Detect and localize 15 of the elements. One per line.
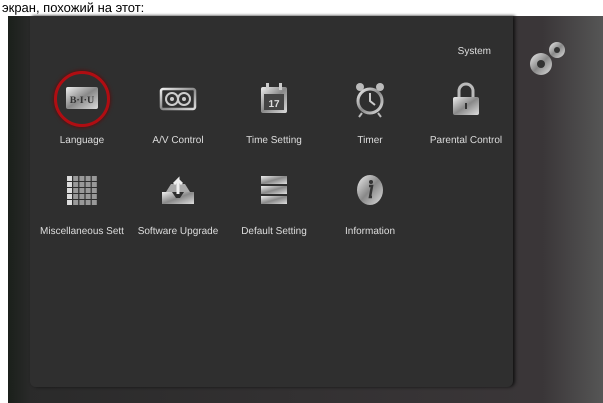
menu-item-label[interactable]: Default Setting (241, 226, 307, 237)
menu-item-label[interactable]: Parental Control (430, 135, 502, 146)
menu-icon-slot[interactable]: 17 (246, 71, 302, 127)
menu-item-label[interactable]: A/V Control (152, 135, 204, 146)
menu-title: System (458, 46, 491, 57)
menu-item-label[interactable]: Information (344, 226, 396, 237)
icon-label: 17 (268, 99, 280, 110)
icon-label: B·I·U (70, 95, 94, 106)
menu-item-label[interactable]: Timer (357, 135, 383, 146)
menu-item-label[interactable]: Miscellaneous Sett (40, 226, 124, 237)
menu-item-label[interactable]: Language (60, 135, 104, 146)
menu-item-label[interactable]: Time Setting (246, 135, 302, 146)
page-caption: экран, похожий на этот: (1, 0, 146, 16)
selection-ring[interactable]: B·I·U (54, 71, 110, 127)
menu-item-label[interactable]: Software Upgrade (138, 226, 218, 237)
